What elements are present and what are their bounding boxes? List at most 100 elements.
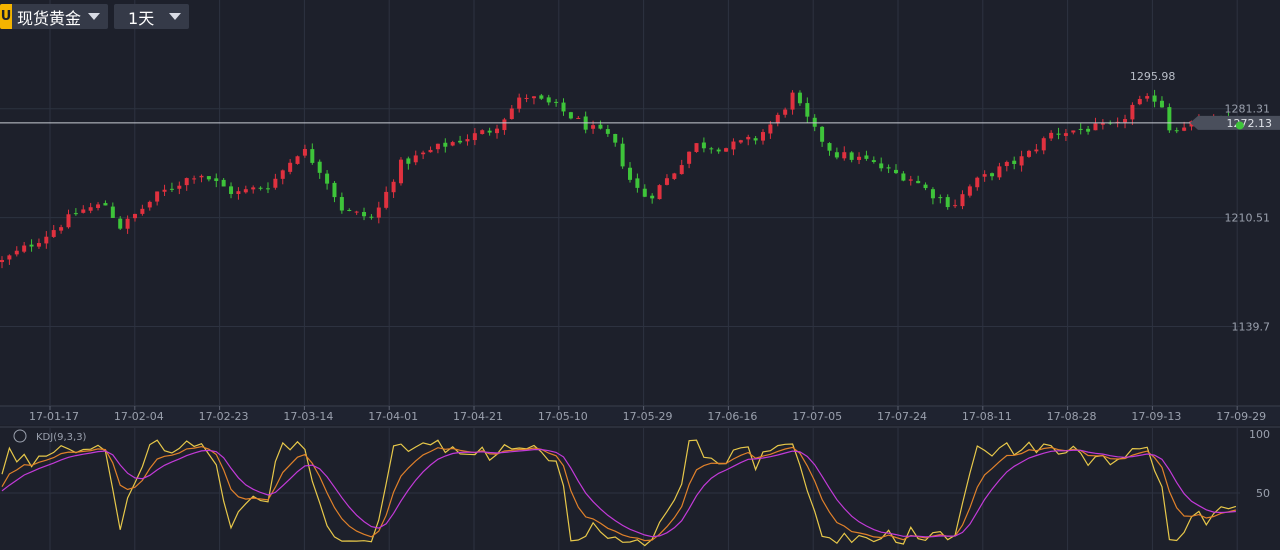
candle-body bbox=[930, 189, 935, 199]
candle-body bbox=[864, 155, 869, 159]
candle-body bbox=[1063, 133, 1068, 136]
candle-body bbox=[953, 205, 958, 207]
period-label: 1天 bbox=[128, 8, 155, 28]
candle-body bbox=[945, 197, 950, 208]
candle-body bbox=[635, 178, 640, 188]
candle-body bbox=[812, 117, 817, 127]
candle-body bbox=[923, 184, 928, 189]
candle-body bbox=[73, 213, 78, 215]
candle-body bbox=[1174, 130, 1179, 132]
candle-body bbox=[110, 206, 115, 218]
x-tick-label: 17-01-17 bbox=[29, 410, 79, 423]
candle-body bbox=[568, 112, 573, 119]
candle-body bbox=[1078, 128, 1083, 130]
candle-body bbox=[849, 152, 854, 160]
candle-body bbox=[118, 218, 123, 229]
candle-body bbox=[613, 133, 618, 143]
candle-body bbox=[435, 143, 440, 150]
candle-body bbox=[450, 142, 455, 146]
candle-body bbox=[236, 191, 241, 195]
kdj-level-label: 50 bbox=[1256, 487, 1270, 500]
candle-body bbox=[960, 194, 965, 207]
candle-body bbox=[1049, 132, 1054, 139]
candle-body bbox=[302, 149, 307, 156]
candle-body bbox=[103, 203, 108, 206]
y-tick-label: 1281.31 bbox=[1225, 103, 1271, 116]
candle-body bbox=[576, 117, 581, 119]
candle-body bbox=[339, 197, 344, 211]
period-selector[interactable]: 1天 bbox=[114, 4, 190, 29]
candle-body bbox=[155, 191, 160, 202]
candle-body bbox=[893, 169, 898, 174]
candle-body bbox=[22, 245, 27, 252]
candle-body bbox=[805, 103, 810, 117]
kdj-label: KDJ(9,3,3) bbox=[36, 432, 87, 443]
candle-body bbox=[96, 204, 101, 208]
candle-body bbox=[184, 178, 189, 186]
candle-body bbox=[140, 208, 145, 214]
candle-body bbox=[1152, 95, 1157, 102]
x-tick-label: 17-02-23 bbox=[199, 410, 249, 423]
candle-body bbox=[701, 142, 706, 149]
candle-body bbox=[820, 126, 825, 142]
x-tick-label: 17-05-10 bbox=[538, 410, 588, 423]
candle-body bbox=[598, 124, 603, 129]
candle-body bbox=[517, 97, 522, 109]
candle-body bbox=[465, 139, 470, 142]
candle-body bbox=[1130, 104, 1135, 120]
candle-body bbox=[369, 216, 374, 218]
candle-body bbox=[650, 195, 655, 199]
candle-body bbox=[694, 143, 699, 152]
last-price-dot bbox=[1235, 121, 1244, 130]
candle-body bbox=[775, 114, 780, 124]
x-tick-label: 17-05-29 bbox=[623, 410, 673, 423]
candle-body bbox=[1004, 161, 1009, 167]
candle-body bbox=[251, 187, 256, 190]
candle-body bbox=[1012, 160, 1017, 164]
candle-body bbox=[206, 176, 211, 180]
candle-body bbox=[169, 188, 174, 190]
candle-body bbox=[539, 95, 544, 99]
candle-body bbox=[0, 260, 4, 263]
candle-body bbox=[81, 209, 86, 213]
candle-body bbox=[1137, 99, 1142, 105]
candle-body bbox=[258, 187, 263, 189]
candle-body bbox=[687, 151, 692, 164]
y-tick-label: 1210.51 bbox=[1225, 212, 1271, 225]
candle-body bbox=[317, 161, 322, 173]
candle-body bbox=[642, 188, 647, 197]
candle-body bbox=[502, 119, 507, 131]
candle-body bbox=[384, 191, 389, 208]
candle-body bbox=[428, 149, 433, 153]
candle-body bbox=[901, 173, 906, 181]
candle-body bbox=[273, 178, 278, 188]
candle-body bbox=[716, 149, 721, 152]
candle-body bbox=[975, 177, 980, 188]
candle-body bbox=[1086, 128, 1091, 132]
x-tick-label: 17-07-05 bbox=[792, 410, 842, 423]
candle-body bbox=[421, 152, 426, 155]
x-tick-label: 17-07-24 bbox=[877, 410, 927, 423]
candle-body bbox=[982, 174, 987, 177]
x-tick-label: 17-04-01 bbox=[368, 410, 418, 423]
candle-body bbox=[546, 97, 551, 103]
candle-body bbox=[738, 140, 743, 143]
candle-body bbox=[295, 156, 300, 164]
candle-body bbox=[391, 181, 396, 193]
x-tick-label: 17-09-13 bbox=[1131, 410, 1181, 423]
x-tick-label: 17-08-28 bbox=[1047, 410, 1097, 423]
candle-body bbox=[354, 211, 359, 213]
candle-body bbox=[147, 201, 152, 208]
price-chart[interactable]: 17-01-17 17-02-04 17-02-23 17-03-14 17-04-01… bbox=[0, 0, 1280, 550]
candle-body bbox=[1019, 156, 1024, 166]
candle-body bbox=[177, 185, 182, 189]
symbol-selector[interactable]: U 现货黄金 bbox=[0, 4, 109, 29]
candle-body bbox=[679, 165, 684, 175]
candle-body bbox=[1123, 119, 1128, 123]
candle-body bbox=[243, 189, 248, 193]
candle-body bbox=[347, 209, 352, 211]
candle-body bbox=[487, 130, 492, 133]
candle-body bbox=[916, 180, 921, 184]
candle-body bbox=[7, 255, 12, 260]
candle-body bbox=[657, 185, 662, 200]
